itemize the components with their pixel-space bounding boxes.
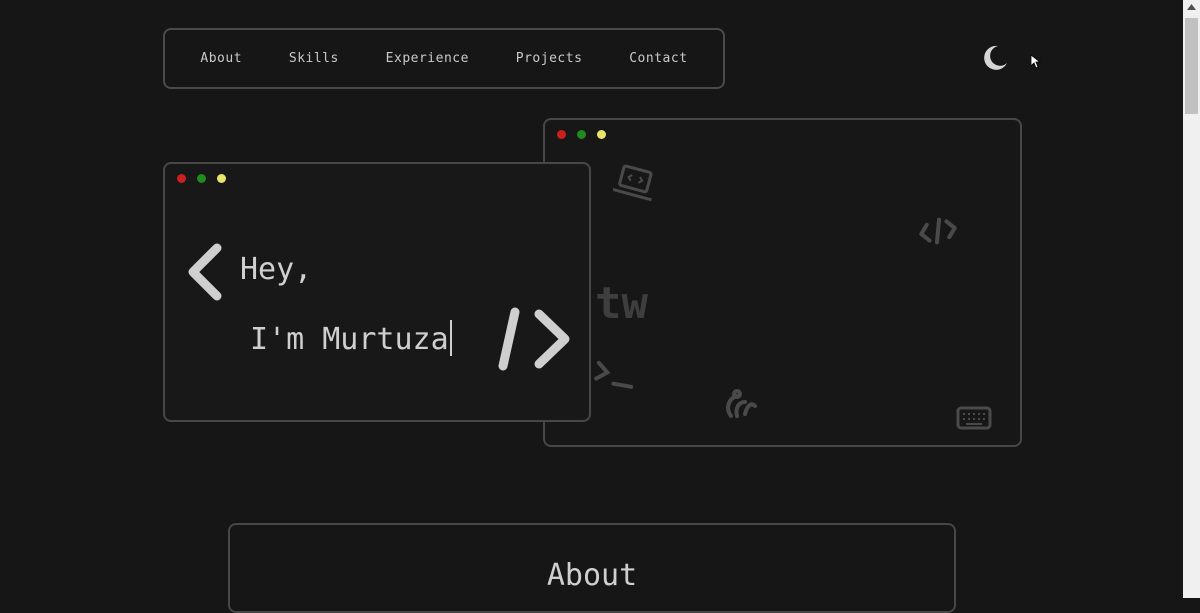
laptop-code-icon	[613, 164, 653, 202]
window-controls	[557, 130, 606, 139]
nav-link-about[interactable]: About	[200, 51, 242, 66]
moon-icon[interactable]	[980, 43, 1010, 73]
hero-window: Hey, I'm Murtuza	[163, 162, 591, 422]
keyboard-icon	[956, 406, 992, 430]
code-icon	[919, 217, 957, 245]
hero-name: I'm Murtuza	[250, 322, 449, 357]
typing-caret	[449, 320, 452, 356]
nav-link-experience[interactable]: Experience	[386, 51, 469, 66]
mouse-pointer-icon	[1031, 55, 1041, 69]
vertical-scrollbar[interactable]	[1183, 0, 1200, 598]
close-dot	[177, 174, 186, 183]
angle-bracket-left-icon	[188, 243, 222, 301]
scroll-up-arrow-icon[interactable]	[1187, 4, 1196, 10]
nav-link-skills[interactable]: Skills	[289, 51, 339, 66]
nav-link-projects[interactable]: Projects	[516, 51, 583, 66]
closing-tag-icon	[498, 307, 570, 371]
minimize-dot	[597, 130, 606, 139]
about-title: About	[546, 558, 638, 593]
terminal-icon	[594, 360, 634, 389]
hero-greeting: Hey,	[240, 252, 313, 287]
minimize-dot	[217, 174, 226, 183]
git-branch-icon	[726, 389, 757, 418]
hero-name-line: I'm Murtuza	[250, 320, 452, 357]
maximize-dot	[197, 174, 206, 183]
about-section: About	[228, 523, 956, 613]
scrollbar-thumb[interactable]	[1185, 18, 1198, 114]
tw-decor-text: tw	[595, 278, 648, 329]
window-controls	[177, 174, 226, 183]
nav-link-contact[interactable]: Contact	[629, 51, 687, 66]
back-window: tw	[543, 118, 1022, 447]
maximize-dot	[577, 130, 586, 139]
main-nav: About Skills Experience Projects Contact	[163, 28, 725, 89]
close-dot	[557, 130, 566, 139]
